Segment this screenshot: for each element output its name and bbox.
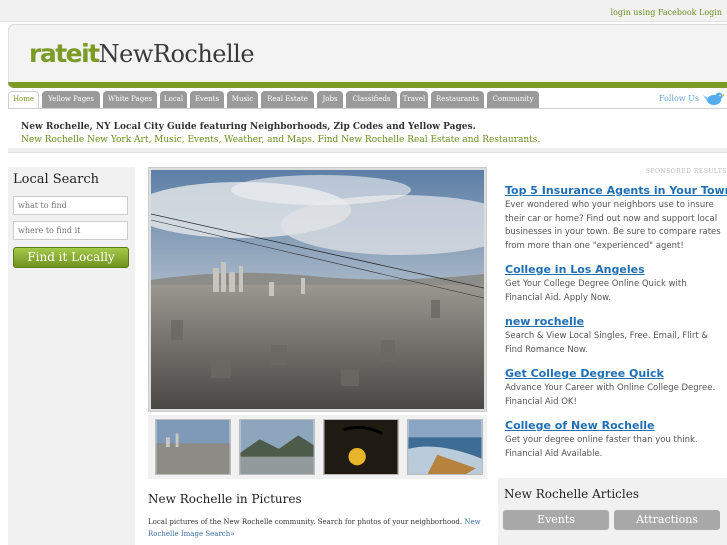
thumbnail-moon-tree[interactable] [323, 419, 399, 475]
ad-title-link[interactable]: Get College Degree Quick [505, 367, 725, 380]
ad-description: Get your degree online faster than you t… [505, 435, 698, 459]
tab-music[interactable]: Music [227, 91, 258, 108]
tab-white-pages[interactable]: White Pages [103, 91, 157, 108]
ad-description: Search & View Local Singles, Free. Email… [505, 331, 708, 355]
find-it-locally-button[interactable]: Find it Locally [13, 247, 129, 268]
cityscape-image [131, 170, 521, 410]
tab-yellow-pages[interactable]: Yellow Pages [42, 91, 100, 108]
ad-description: Advance Your Career with Online College … [505, 383, 716, 407]
thumbnail-ocean-waves[interactable] [407, 419, 483, 475]
header-accent-bar [8, 82, 727, 88]
site-header: rateitNewRochelle [8, 24, 727, 86]
ad-title-link[interactable]: College in Los Angeles [505, 263, 725, 276]
ad-title-link[interactable]: College of New Rochelle [505, 419, 725, 432]
nav-underline [8, 108, 727, 109]
pictures-section-title: New Rochelle in Pictures [148, 492, 302, 506]
articles-title: New Rochelle Articles [504, 487, 639, 501]
ad-description: Ever wondered who your neighbors use to … [505, 200, 721, 251]
tab-restaurants[interactable]: Restaurants [431, 91, 484, 108]
follow-us-link[interactable]: Follow Us [659, 94, 699, 103]
twitter-bird-icon[interactable] [703, 90, 725, 108]
tab-community[interactable]: Community [487, 91, 539, 108]
where-to-find-input[interactable] [13, 221, 128, 240]
tab-real-estate[interactable]: Real Estate [261, 91, 314, 108]
tab-jobs[interactable]: Jobs [317, 91, 343, 108]
photo-thumbnails [148, 415, 487, 479]
ad-item: College in Los Angeles Get Your College … [505, 263, 725, 305]
articles-panel: New Rochelle Articles Events Attractions [498, 478, 727, 545]
logo-city: NewRochelle [98, 40, 255, 68]
top-bar: login using Facebook Login [0, 0, 727, 22]
featured-city-photo[interactable] [131, 167, 521, 412]
main-nav: Home Yellow Pages White Pages Local Even… [8, 91, 727, 108]
tab-events[interactable]: Events [190, 91, 224, 108]
intro-headline: New Rochelle, NY Local City Guide featur… [21, 122, 476, 132]
sponsored-label: SPONSORED RESULTS [645, 168, 727, 175]
thumbnail-city-skyline[interactable] [155, 419, 231, 475]
pictures-description: Local pictures of the New Rochelle commu… [148, 518, 463, 526]
ad-title-link[interactable]: new rochelle [505, 315, 725, 328]
facebook-login-link[interactable]: login using Facebook Login [611, 8, 722, 17]
site-logo[interactable]: rateitNewRochelle [29, 39, 255, 71]
logo-rateit: rateit [29, 39, 100, 68]
local-search-panel: Local Search Find it Locally [8, 167, 135, 545]
intro-subline: New Rochelle New York Art, Music, Events… [21, 135, 541, 145]
events-article-button[interactable]: Events [503, 510, 609, 530]
ad-item: Top 5 Insurance Agents in Your Town Ever… [505, 184, 727, 253]
tab-travel[interactable]: Travel [400, 91, 428, 108]
attractions-article-button[interactable]: Attractions [614, 510, 720, 530]
thumbnail-mountains[interactable] [239, 419, 315, 475]
ad-item: new rochelle Search & View Local Singles… [505, 315, 725, 357]
tab-home[interactable]: Home [8, 91, 39, 108]
ad-item: College of New Rochelle Get your degree … [505, 419, 725, 461]
pictures-section-text: Local pictures of the New Rochelle commu… [148, 516, 488, 540]
tab-local[interactable]: Local [160, 91, 187, 108]
tab-classifieds[interactable]: Classifieds [346, 91, 397, 108]
what-to-find-input[interactable] [13, 196, 128, 215]
local-search-title: Local Search [13, 172, 99, 187]
section-divider [8, 148, 727, 153]
ad-title-link[interactable]: Top 5 Insurance Agents in Your Town [505, 184, 727, 197]
ad-description: Get Your College Degree Online Quick wit… [505, 279, 687, 303]
ad-item: Get College Degree Quick Advance Your Ca… [505, 367, 725, 409]
